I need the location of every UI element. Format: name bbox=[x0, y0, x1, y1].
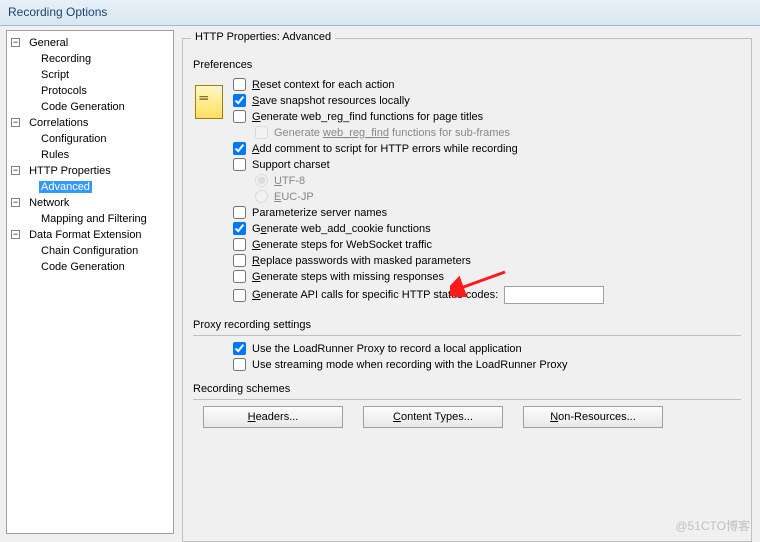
chk-support-charset[interactable] bbox=[233, 158, 246, 171]
tree-correlations-rules[interactable]: Rules bbox=[39, 149, 71, 161]
expand-icon[interactable]: − bbox=[11, 118, 20, 127]
headers-button[interactable]: Headers... bbox=[203, 406, 343, 428]
http-advanced-group: HTTP Properties: Advanced Preferences Re… bbox=[182, 38, 752, 542]
radio-eucjp bbox=[255, 190, 268, 203]
tree-correlations-config[interactable]: Configuration bbox=[39, 133, 108, 145]
tree-script[interactable]: Script bbox=[39, 69, 71, 81]
lbl-save-snapshot: Save snapshot resources locally bbox=[252, 95, 410, 107]
tree-correlations[interactable]: Correlations bbox=[27, 117, 90, 129]
chk-missing-resp[interactable] bbox=[233, 270, 246, 283]
lbl-use-proxy: Use the LoadRunner Proxy to record a loc… bbox=[252, 343, 522, 355]
tree-general[interactable]: General bbox=[27, 37, 70, 49]
lbl-gen-webregfind-sub: Generate web_reg_find functions for sub-… bbox=[274, 127, 510, 139]
lbl-gen-webregfind: Generate web_reg_find functions for page… bbox=[252, 111, 483, 123]
lbl-websocket: Generate steps for WebSocket traffic bbox=[252, 239, 432, 251]
expand-icon[interactable]: − bbox=[11, 38, 20, 47]
tree-network[interactable]: Network bbox=[27, 197, 71, 209]
lbl-add-comment: Add comment to script for HTTP errors wh… bbox=[252, 143, 518, 155]
panel-title: HTTP Properties: Advanced bbox=[191, 31, 335, 43]
lbl-eucjp: EUC-JP bbox=[274, 191, 314, 203]
chk-reset-context[interactable] bbox=[233, 78, 246, 91]
lbl-utf8: UTF-8 bbox=[274, 175, 305, 187]
chk-param-server[interactable] bbox=[233, 206, 246, 219]
chk-gen-webregfind[interactable] bbox=[233, 110, 246, 123]
chk-web-add-cookie[interactable] bbox=[233, 222, 246, 235]
expand-icon[interactable]: − bbox=[11, 166, 20, 175]
chk-websocket[interactable] bbox=[233, 238, 246, 251]
lbl-missing-resp: Generate steps with missing responses bbox=[252, 271, 444, 283]
tree-mapping-filtering[interactable]: Mapping and Filtering bbox=[39, 213, 149, 225]
chk-save-snapshot[interactable] bbox=[233, 94, 246, 107]
proxy-settings-label: Proxy recording settings bbox=[193, 319, 741, 331]
watermark: @51CTO博客 bbox=[675, 517, 750, 534]
nav-tree-panel: − General Recording Script Protocols Cod… bbox=[6, 30, 174, 534]
tree-protocols[interactable]: Protocols bbox=[39, 85, 89, 97]
tree-http-advanced[interactable]: Advanced bbox=[39, 181, 92, 193]
tree-codegen[interactable]: Code Generation bbox=[39, 101, 127, 113]
chk-add-comment[interactable] bbox=[233, 142, 246, 155]
tree-dfe-codegen[interactable]: Code Generation bbox=[39, 261, 127, 273]
lbl-support-charset: Support charset bbox=[252, 159, 330, 171]
lbl-replace-pw: Replace passwords with masked parameters bbox=[252, 255, 471, 267]
chk-api-status[interactable] bbox=[233, 289, 246, 302]
note-icon bbox=[195, 85, 223, 119]
expand-icon[interactable]: − bbox=[11, 230, 20, 239]
recording-schemes-label: Recording schemes bbox=[193, 383, 741, 395]
tree-http-properties[interactable]: HTTP Properties bbox=[27, 165, 113, 177]
chk-streaming[interactable] bbox=[233, 358, 246, 371]
content-types-button[interactable]: Content Types... bbox=[363, 406, 503, 428]
chk-gen-webregfind-sub bbox=[255, 126, 268, 139]
tree-chain-config[interactable]: Chain Configuration bbox=[39, 245, 140, 257]
tree-data-format-ext[interactable]: Data Format Extension bbox=[27, 229, 144, 241]
lbl-streaming: Use streaming mode when recording with t… bbox=[252, 359, 568, 371]
lbl-reset-context: Reset context for each action bbox=[252, 79, 394, 91]
chk-use-proxy[interactable] bbox=[233, 342, 246, 355]
input-status-codes[interactable] bbox=[504, 286, 604, 304]
preferences-label: Preferences bbox=[193, 59, 741, 71]
lbl-web-add-cookie: Generate web_add_cookie functions bbox=[252, 223, 431, 235]
lbl-api-status: Generate API calls for specific HTTP sta… bbox=[252, 289, 498, 301]
window-titlebar: Recording Options bbox=[0, 0, 760, 26]
tree-recording[interactable]: Recording bbox=[39, 53, 93, 65]
radio-utf8 bbox=[255, 174, 268, 187]
expand-icon[interactable]: − bbox=[11, 198, 20, 207]
chk-replace-pw[interactable] bbox=[233, 254, 246, 267]
lbl-param-server: Parameterize server names bbox=[252, 207, 387, 219]
non-resources-button[interactable]: Non-Resources... bbox=[523, 406, 663, 428]
